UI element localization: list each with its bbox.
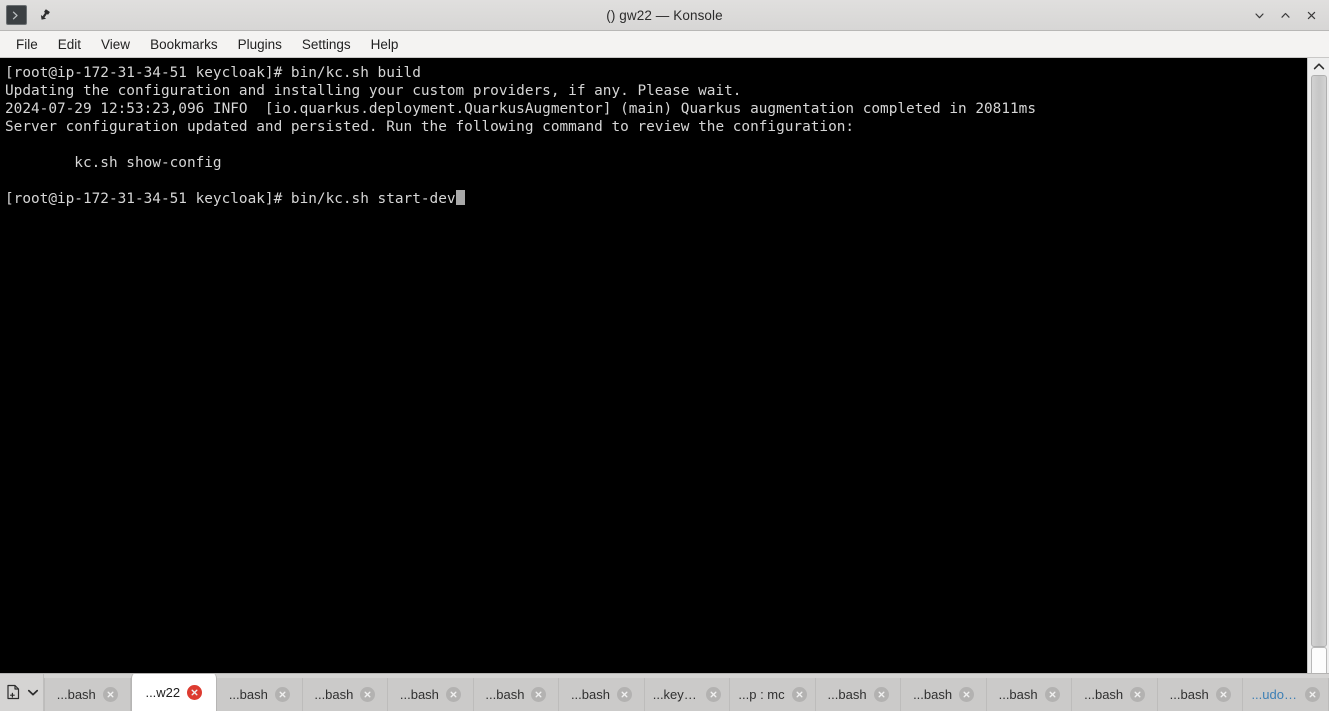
scrollbar-track[interactable] [1307, 75, 1329, 673]
tab[interactable]: ...bash [559, 678, 645, 711]
console-icon[interactable] [6, 5, 27, 25]
terminal-line: 2024-07-29 12:53:23,096 INFO [io.quarkus… [5, 101, 1037, 117]
tab-close-icon[interactable] [616, 687, 632, 702]
terminal-line: [root@ip-172-31-34-51 keycloak]# bin/kc.… [5, 65, 421, 81]
terminal-output[interactable]: [root@ip-172-31-34-51 keycloak]# bin/kc.… [0, 58, 1307, 673]
close-button[interactable] [1299, 3, 1323, 27]
tab-close-icon[interactable] [102, 687, 118, 702]
tab-label: ...p : mc [738, 687, 785, 702]
tab[interactable]: ...bash [44, 678, 131, 711]
tab[interactable]: ...bash [302, 678, 389, 711]
tab-label: ...bash [485, 687, 525, 702]
menu-file[interactable]: File [6, 34, 48, 55]
tab[interactable]: ...bash [815, 678, 902, 711]
window-title: () gw22 — Konsole [606, 7, 723, 23]
window-controls [1247, 0, 1329, 30]
tab-close-icon[interactable] [531, 687, 547, 702]
tab-strip: ...bash ...w22 ...bash ...bash ...bash ...bas… [44, 674, 1329, 711]
menu-view[interactable]: View [91, 34, 140, 55]
tab-close-icon[interactable] [1304, 687, 1320, 702]
tab[interactable]: ...bash [1072, 678, 1158, 711]
tab-close-icon[interactable] [1044, 687, 1060, 702]
tab-label: ...bash [998, 687, 1038, 702]
tab[interactable]: ...bash [986, 678, 1073, 711]
tab[interactable]: ...bash [217, 678, 303, 711]
scrollbar-thumb[interactable] [1310, 75, 1327, 647]
menu-plugins[interactable]: Plugins [228, 34, 292, 55]
tab-close-icon[interactable] [360, 687, 376, 702]
menu-help[interactable]: Help [361, 34, 409, 55]
terminal-scrollbar[interactable] [1307, 58, 1329, 673]
title-bar-left [0, 5, 53, 25]
tab-close-icon[interactable] [1130, 687, 1146, 702]
menu-bar: File Edit View Bookmarks Plugins Setting… [0, 31, 1329, 58]
scrollbar-thumb-end[interactable] [1310, 647, 1327, 673]
tab-close-icon[interactable] [445, 687, 461, 702]
menu-bookmarks[interactable]: Bookmarks [140, 34, 228, 55]
tab-label: ...bash [56, 687, 96, 702]
tab-label: ...bash [570, 687, 610, 702]
terminal-cursor [455, 190, 465, 205]
tab-close-icon[interactable] [791, 687, 807, 702]
tab-label: ...w22 [145, 684, 181, 700]
terminal-area: [root@ip-172-31-34-51 keycloak]# bin/kc.… [0, 58, 1329, 673]
minimize-button[interactable] [1247, 3, 1271, 27]
konsole-window: () gw22 — Konsole File Edit View Bookmar… [0, 0, 1329, 711]
terminal-line: Server configuration updated and persist… [5, 119, 855, 135]
new-tab-zone [0, 674, 44, 711]
tab[interactable]: ...udo htop [1243, 678, 1329, 711]
tab-label: ...bash [314, 687, 354, 702]
tab-close-icon[interactable] [274, 687, 290, 702]
tab[interactable]: ...key-01-10 [644, 678, 731, 711]
pin-icon[interactable] [36, 7, 53, 24]
tab[interactable]: ...bash [473, 678, 560, 711]
tab-label: ...bash [913, 687, 953, 702]
tab[interactable]: ...bash [901, 678, 987, 711]
terminal-line: kc.sh show-config [5, 155, 222, 171]
tab-label: ...key-01-10 [652, 687, 700, 702]
tab-close-icon[interactable] [873, 687, 889, 702]
tab-label: ...udo htop [1251, 687, 1298, 702]
new-tab-menu-chevron-down-icon[interactable] [26, 681, 40, 703]
terminal-prompt-line: [root@ip-172-31-34-51 keycloak]# bin/kc.… [5, 190, 1307, 208]
terminal-line: Updating the configuration and installin… [5, 83, 742, 99]
terminal-prompt-text: [root@ip-172-31-34-51 keycloak]# bin/kc.… [5, 191, 456, 207]
tab-label: ...bash [228, 687, 268, 702]
maximize-button[interactable] [1273, 3, 1297, 27]
title-bar: () gw22 — Konsole [0, 0, 1329, 31]
tab-close-icon[interactable] [706, 687, 722, 702]
scrollbar-up-arrow[interactable] [1308, 58, 1329, 75]
tab-close-icon[interactable] [187, 684, 203, 700]
tab-label: ...bash [399, 687, 439, 702]
tab-close-icon[interactable] [959, 687, 975, 702]
tab-label: ...bash [1084, 687, 1124, 702]
tab-label: ...bash [1169, 687, 1209, 702]
tab[interactable]: ...bash [1157, 678, 1244, 711]
new-tab-icon[interactable] [4, 681, 24, 703]
tab[interactable]: ...bash [388, 678, 474, 711]
tab-label: ...bash [827, 687, 867, 702]
menu-settings[interactable]: Settings [292, 34, 361, 55]
tab-bar: ...bash ...w22 ...bash ...bash ...bash ...bas… [0, 673, 1329, 711]
tab[interactable]: ...w22 [130, 674, 218, 711]
menu-edit[interactable]: Edit [48, 34, 91, 55]
tab-close-icon[interactable] [1215, 687, 1231, 702]
tab[interactable]: ...p : mc [730, 678, 816, 711]
